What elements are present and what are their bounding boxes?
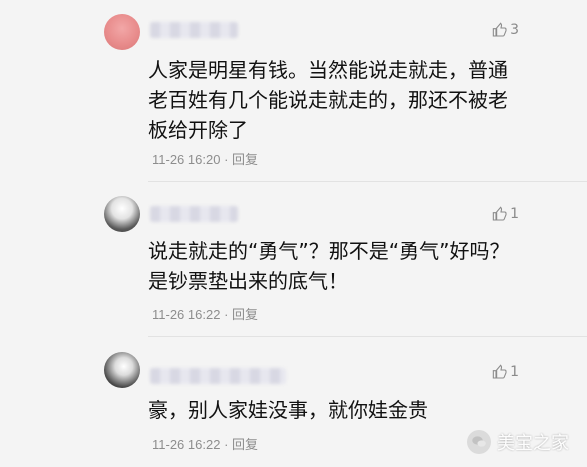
- divider: [148, 181, 587, 182]
- meta-separator: ·: [224, 437, 233, 452]
- username-blurred: [150, 206, 238, 222]
- comment-text: 豪，别人家娃没事，就你娃金贵: [148, 398, 428, 422]
- comment-date: 11-26 16:22: [152, 437, 221, 452]
- reply-button[interactable]: 回复: [232, 152, 258, 167]
- comment-meta: 11-26 16:20 · 回复: [152, 149, 258, 168]
- comment-date: 11-26 16:22: [152, 307, 221, 322]
- thumbs-up-icon: [492, 206, 507, 221]
- wechat-icon: [467, 430, 491, 454]
- thumbs-up-icon: [492, 22, 507, 37]
- like-count: 1: [510, 364, 519, 380]
- like-count: 3: [510, 22, 519, 38]
- thumbs-up-icon: [492, 364, 507, 379]
- reply-button[interactable]: 回复: [232, 437, 258, 452]
- like-button[interactable]: 3: [492, 22, 519, 38]
- like-button[interactable]: 1: [492, 206, 519, 222]
- like-button[interactable]: 1: [492, 364, 519, 380]
- watermark-text: 美宝之家: [497, 433, 569, 454]
- username-blurred: [150, 368, 286, 384]
- meta-separator: ·: [224, 307, 233, 322]
- avatar[interactable]: [104, 352, 140, 388]
- avatar[interactable]: [104, 14, 140, 50]
- meta-separator: ·: [224, 152, 233, 167]
- comment-date: 11-26 16:20: [152, 152, 221, 167]
- divider: [148, 336, 587, 337]
- reply-button[interactable]: 回复: [232, 307, 258, 322]
- comment-meta: 11-26 16:22 · 回复: [152, 434, 258, 453]
- watermark: 美宝之家: [467, 429, 569, 455]
- username-blurred: [150, 22, 238, 38]
- comment-meta: 11-26 16:22 · 回复: [152, 304, 258, 323]
- like-count: 1: [510, 206, 519, 222]
- avatar[interactable]: [104, 196, 140, 232]
- comment-text: 说走就走的“勇气”？那不是“勇气”好吗？是钞票垫出来的底气！: [148, 239, 510, 293]
- comment-text: 人家是明星有钱。当然能说走就走，普通老百姓有几个能说走就走的，那还不被老板给开除…: [148, 58, 508, 142]
